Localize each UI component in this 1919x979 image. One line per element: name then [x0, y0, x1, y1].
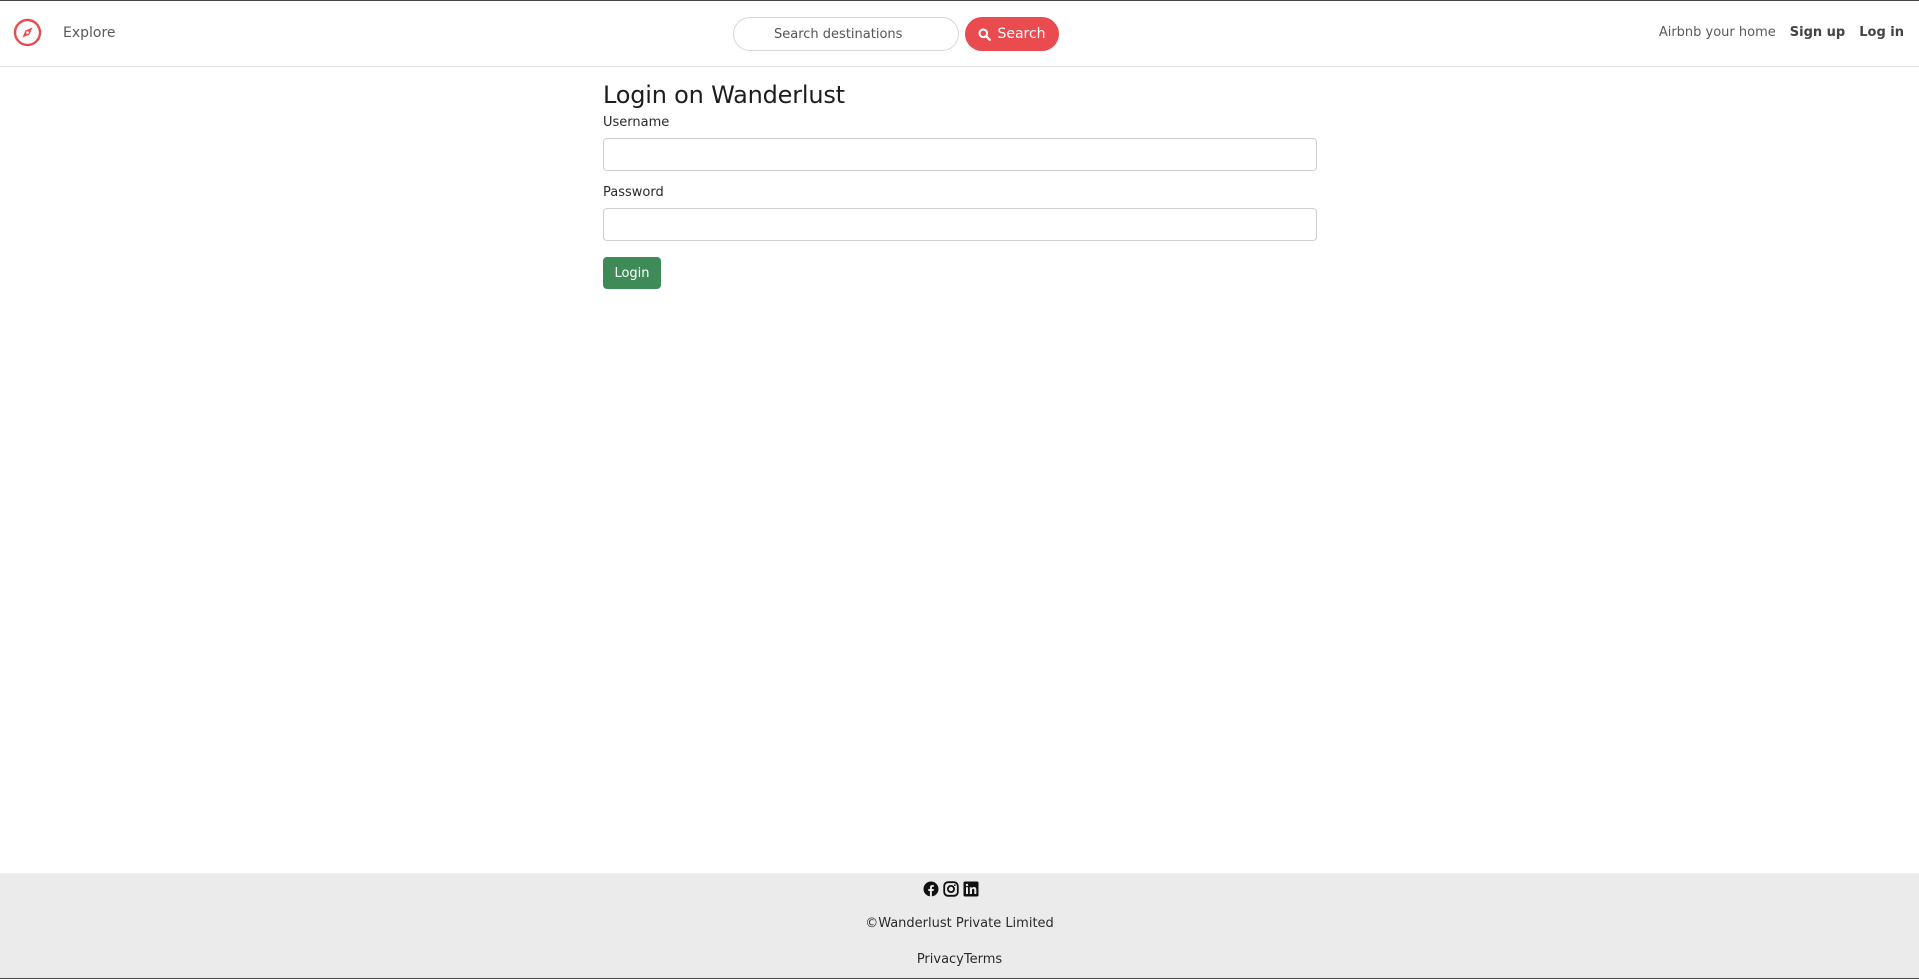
password-field-group: Password [603, 185, 1317, 241]
search-form: Search [733, 17, 1059, 51]
password-label: Password [603, 185, 664, 200]
footer-links: PrivacyTerms [0, 952, 1919, 967]
terms-link[interactable]: Terms [964, 952, 1002, 967]
username-input[interactable] [603, 138, 1317, 171]
signup-link[interactable]: Sign up [1790, 25, 1845, 40]
search-icon [978, 28, 992, 41]
login-form: Username Password Login [603, 115, 1317, 289]
login-container: Login on Wanderlust Username Password Lo… [603, 81, 1317, 289]
copyright-text: ©Wanderlust Private Limited [865, 916, 1054, 931]
privacy-link[interactable]: Privacy [917, 952, 964, 967]
nav-explore-link[interactable]: Explore [63, 25, 116, 41]
page-title: Login on Wanderlust [603, 81, 845, 109]
airbnb-your-home-link[interactable]: Airbnb your home [1659, 25, 1776, 40]
search-input[interactable] [733, 17, 959, 51]
nav-right-links: Airbnb your home Sign up Log in [1659, 25, 1904, 40]
facebook-icon[interactable] [923, 881, 939, 897]
login-link[interactable]: Log in [1859, 25, 1904, 40]
footer: ©Wanderlust Private Limited PrivacyTerms [0, 873, 1919, 979]
password-input[interactable] [603, 208, 1317, 241]
navbar: Explore Search Airbnb your home Sign up … [0, 1, 1919, 67]
username-label: Username [603, 115, 670, 130]
instagram-icon[interactable] [943, 881, 959, 897]
search-button-label: Search [997, 26, 1046, 42]
search-button[interactable]: Search [965, 17, 1059, 51]
linkedin-icon[interactable] [963, 881, 979, 897]
username-field-group: Username [603, 115, 1317, 171]
compass-icon[interactable] [13, 18, 42, 47]
social-links [923, 881, 979, 899]
login-button[interactable]: Login [603, 257, 661, 289]
